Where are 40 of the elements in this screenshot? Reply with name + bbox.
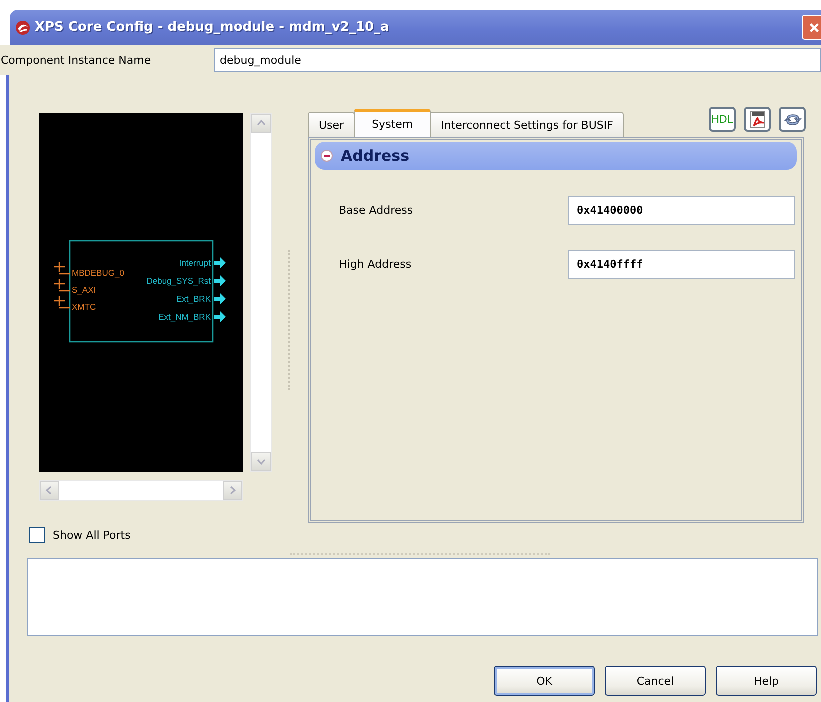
hdl-button[interactable]: HDL [709,107,736,132]
port-label: Interrupt [179,258,211,268]
window-title: XPS Core Config - debug_module - mdm_v2_10_a [35,20,390,35]
output-port-icon [214,311,226,323]
output-port-icon [214,257,226,269]
port-label: Ext_BRK [176,294,211,304]
pdf-document-icon[interactable] [744,107,771,132]
input-field[interactable]: debug_module [214,48,821,72]
vertical-scrollbar[interactable] [250,113,272,472]
port-label: MBDEBUG_0 [72,268,124,278]
field-label: High Address [339,258,413,271]
output-port-icon [214,293,226,305]
checkbox-label: Show All Ports [53,528,131,542]
bus-port-icon [53,295,71,309]
port-label: Ext_NM_BRK [158,312,211,322]
group-title: Address [341,147,410,165]
input-field[interactable]: 0x41400000 [568,196,795,225]
checkbox[interactable] [29,527,45,543]
horizontal-scrollbar[interactable] [39,480,243,501]
port-label: S_AXI [72,285,96,295]
dialog-button[interactable]: OK [494,666,595,696]
collapse-icon[interactable] [321,150,333,162]
app-logo-icon [15,20,31,36]
tab[interactable]: Interconnect Settings for BUSIF [430,112,624,137]
close-icon[interactable] [808,20,821,34]
refresh-icon[interactable] [779,107,806,132]
tab[interactable]: System [354,109,432,137]
dialog-button[interactable]: Help [716,666,817,696]
group-header[interactable]: Address [315,142,797,170]
port-label: XMTC [72,302,96,312]
output-port-icon [214,275,226,287]
dialog-button[interactable]: Cancel [605,666,706,696]
field-label: Component Instance Name [0,54,152,66]
close-button[interactable] [802,15,821,40]
bus-port-icon [53,278,71,292]
field-label: Base Address [339,204,414,217]
tab[interactable]: User [308,112,356,137]
port-label: Debug_SYS_Rst [146,276,211,286]
bus-port-icon [53,261,71,275]
input-field[interactable]: 0x4140ffff [568,250,795,279]
